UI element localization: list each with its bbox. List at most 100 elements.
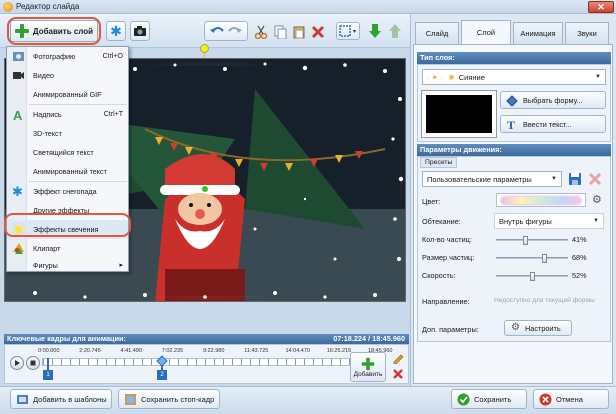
save-button[interactable]: Сохранить: [451, 389, 527, 409]
timeline-tick-label: 9:22.980: [203, 348, 225, 354]
particles-slider-knob[interactable]: [522, 236, 528, 245]
color-label: Цвет:: [422, 197, 441, 206]
direction-label: Направление:: [422, 297, 470, 306]
tab-layer[interactable]: Слой: [461, 20, 511, 44]
submenu-arrow-icon: ▸: [119, 262, 123, 269]
menu-item-label: Анимированный GIF: [33, 90, 102, 99]
stop-button[interactable]: [26, 356, 40, 370]
particles-label: Кол-во частиц:: [422, 235, 472, 244]
glow-effects-highlight: [4, 213, 131, 237]
photo-icon: [13, 52, 24, 61]
flow-combo[interactable]: Внутрь фигуры ▼: [494, 213, 604, 229]
menu-shortcut: Ctrl+O: [102, 53, 123, 60]
check-icon: [457, 393, 470, 406]
menu-item-label: Эффект снегопада: [33, 187, 97, 196]
delete-preset-icon[interactable]: [588, 172, 602, 186]
close-window-button[interactable]: ✕: [588, 1, 614, 13]
menu-item-3d-text[interactable]: 3D-текст: [7, 124, 128, 143]
preset-value: Пользовательские параметры: [427, 174, 532, 184]
text-a-icon: A: [13, 108, 23, 121]
tab-sounds[interactable]: Звуки: [565, 22, 609, 44]
menu-item-clipart[interactable]: Клипарт: [7, 239, 128, 258]
configure-label: Настроить: [525, 323, 561, 333]
add-keyframe-button[interactable]: Добавить: [350, 352, 386, 382]
menu-item-glowing-text[interactable]: Светящийся текст: [7, 143, 128, 162]
enter-text-button[interactable]: T Ввести текст...: [500, 115, 606, 133]
menu-shortcut: Ctrl+T: [103, 111, 123, 118]
delete-icon[interactable]: [311, 25, 325, 39]
move-down-icon[interactable]: [368, 23, 382, 39]
menu-item-video[interactable]: Видео: [7, 66, 128, 85]
keyframes-header: Ключевые кадры для анимации: 07:18.224 /…: [4, 334, 409, 344]
clipart-icon: [13, 243, 24, 254]
move-up-icon[interactable]: [388, 23, 402, 39]
camera-icon: [134, 26, 146, 36]
menu-item-gif[interactable]: Анимированный GIF: [7, 85, 128, 104]
menu-item-label: Видео: [33, 71, 54, 80]
speed-slider[interactable]: [496, 272, 568, 281]
color-swatch: [501, 197, 581, 204]
add-to-templates-button[interactable]: Добавить в шаблоны: [10, 389, 112, 409]
color-picker[interactable]: [496, 193, 586, 207]
presets-combo[interactable]: Пользовательские параметры ▼: [422, 171, 562, 187]
snow-effect-button[interactable]: ✱: [106, 21, 126, 41]
layer-type-combo[interactable]: · ✦ · ✺ Сияние ▼: [422, 69, 606, 85]
play-button[interactable]: [10, 356, 24, 370]
save-preset-icon[interactable]: [568, 172, 582, 186]
rotation-handle[interactable]: [200, 44, 209, 53]
particle-size-value: 68%: [572, 253, 587, 262]
window-title: Редактор слайда: [16, 2, 80, 11]
gear-icon: ⚙: [511, 322, 520, 333]
menu-item-label: Светящийся текст: [33, 148, 94, 157]
menu-item-photo[interactable]: Фотографию Ctrl+O: [7, 47, 128, 66]
timeline-ruler[interactable]: [42, 358, 373, 366]
particles-slider[interactable]: [496, 236, 568, 245]
timeline-tick-label: 7:02.235: [161, 348, 184, 354]
camera-button[interactable]: [130, 21, 150, 41]
timeline-tick-label: 0:00.000: [38, 348, 60, 354]
layer-order-buttons: [368, 23, 406, 41]
choose-shape-button[interactable]: Выбрать форму...: [500, 91, 606, 109]
speed-slider-knob[interactable]: [530, 272, 536, 281]
play-icon: [15, 360, 20, 366]
undo-redo-group: [204, 21, 248, 41]
chevron-down-icon: ▼: [595, 74, 601, 80]
copy-icon[interactable]: [273, 25, 287, 39]
delete-keyframe-icon[interactable]: [392, 368, 404, 380]
paste-icon[interactable]: [292, 25, 306, 39]
video-icon: [13, 72, 24, 79]
menu-item-animated-text[interactable]: Анимированный текст: [7, 162, 128, 181]
zoom-fit-button[interactable]: [336, 22, 360, 40]
timeline-tick-label: 11:43.725: [244, 348, 269, 354]
text-t-icon: T: [507, 118, 516, 132]
menu-item-shapes[interactable]: Фигуры ▸: [7, 258, 128, 272]
presets-label: Пресеты: [420, 157, 458, 168]
particle-size-slider-knob[interactable]: [541, 254, 547, 263]
keyframe-2-badge[interactable]: 2: [157, 370, 167, 380]
add-layer-highlight: [7, 17, 101, 45]
particle-size-slider[interactable]: [496, 254, 568, 263]
menu-item-caption[interactable]: A Надпись Ctrl+T: [7, 105, 128, 124]
save-frame-button[interactable]: Сохранить стоп-кадр: [118, 389, 220, 409]
cancel-button[interactable]: Отмена: [533, 389, 609, 409]
motion-header: Параметры движения:: [417, 144, 611, 156]
motion-section: Пресеты Пользовательские параметры ▼ Цве…: [417, 156, 611, 342]
pencil-icon[interactable]: [392, 352, 404, 364]
keyframe-1-badge[interactable]: 1: [43, 370, 53, 380]
templates-icon: [17, 395, 28, 404]
menu-item-label: Анимированный текст: [33, 167, 107, 176]
menu-item-label: Фигуры: [33, 260, 58, 270]
menu-item-label: Надпись: [33, 110, 62, 119]
timeline-ticks: 0:00.000 2:20.745 4:41.490 7:02.235 9:22.980…: [38, 346, 392, 356]
properties-panel: Слайд Слой Анимация Звуки Тип слоя: · ✦ …: [410, 14, 616, 386]
scissors-icon[interactable]: [254, 25, 268, 39]
fit-screen-icon: [339, 25, 356, 37]
cancel-icon: [539, 393, 552, 406]
gear-icon[interactable]: ⚙: [592, 193, 602, 206]
tab-animation[interactable]: Анимация: [513, 22, 563, 44]
tab-slide[interactable]: Слайд: [415, 22, 459, 44]
menu-item-label: 3D-текст: [33, 129, 62, 138]
undo-redo-icons: [210, 27, 242, 33]
configure-button[interactable]: ⚙ Настроить: [504, 320, 572, 336]
menu-item-snowfall[interactable]: ✱ Эффект снегопада: [7, 182, 128, 201]
